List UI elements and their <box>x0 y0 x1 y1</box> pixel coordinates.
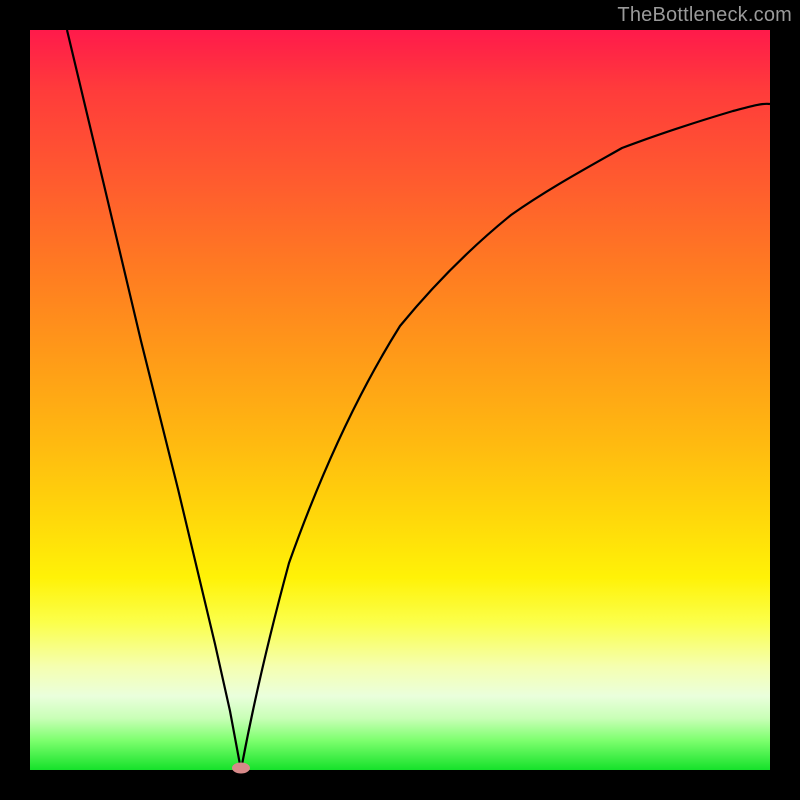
plot-area <box>30 30 770 770</box>
chart-frame: TheBottleneck.com <box>0 0 800 800</box>
bottleneck-marker <box>232 763 250 774</box>
attribution-label: TheBottleneck.com <box>617 4 792 27</box>
bottleneck-curve <box>30 30 770 770</box>
curve-right-branch <box>241 104 770 770</box>
curve-left-branch <box>67 30 241 770</box>
